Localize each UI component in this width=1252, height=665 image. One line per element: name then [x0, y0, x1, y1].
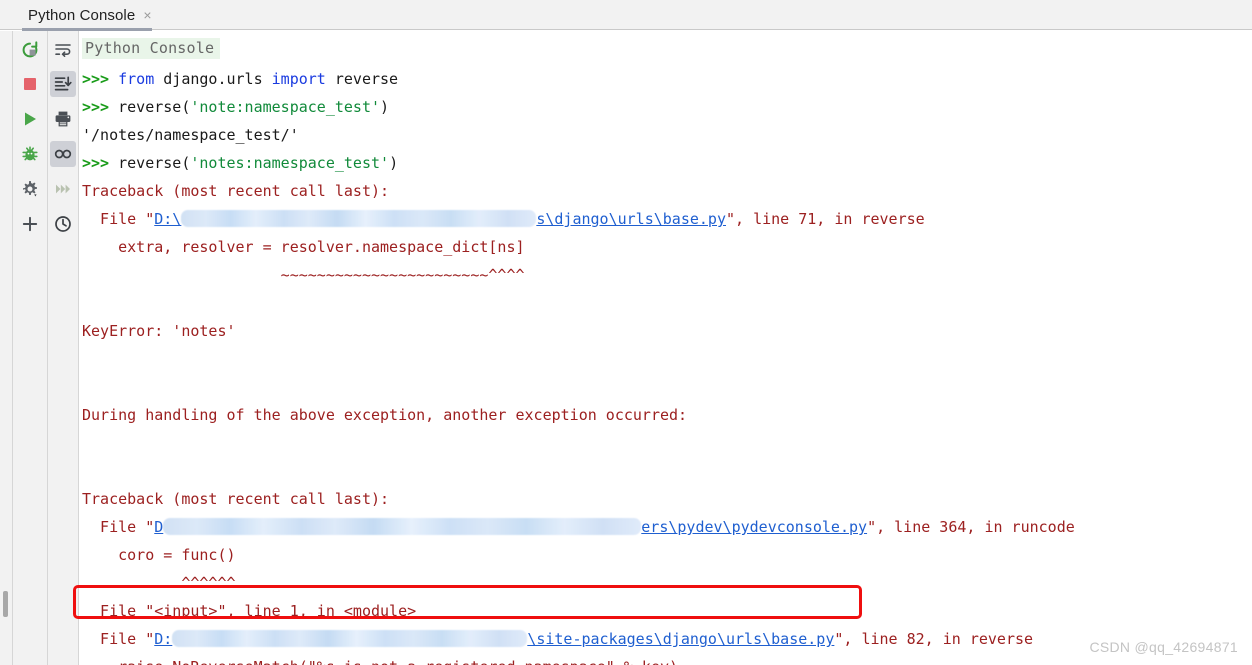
console-line: ~~~~~~~~~~~~~~~~~~~~~~~^^^^ [82, 261, 1248, 289]
code-text: 'notes:namespace_test' [190, 154, 389, 172]
traceback-text: ~~~~~~~~~~~~~~~~~~~~~~~^^^^ [82, 266, 525, 284]
code-text: ) [380, 98, 389, 116]
console-line: File "Ders\pydev\pydevconsole.py", line … [82, 513, 1248, 541]
code-text: ) [389, 154, 398, 172]
code-text: django.urls [154, 70, 271, 88]
print-icon[interactable] [50, 106, 76, 132]
prompt-marker: >>> [82, 70, 118, 88]
stop-icon[interactable] [17, 71, 43, 97]
redacted-path-blur [172, 630, 527, 647]
redacted-path-blur [163, 518, 641, 535]
tab-label: Python Console [28, 7, 135, 24]
code-text: 'note:namespace_test' [190, 98, 380, 116]
console-toolbar-secondary [48, 31, 79, 665]
strip-scroll-handle[interactable] [3, 591, 8, 617]
console-line: File "D:\ s\django\urls\base.py", line 71… [82, 205, 1248, 233]
traceback-text: ", line 364, in runcode [867, 518, 1075, 536]
file-path-link[interactable]: ers\pydev\pydevconsole.py [641, 518, 867, 536]
console-line: >>> from django.urls import reverse [82, 65, 1248, 93]
run-icon[interactable] [17, 106, 43, 132]
traceback-text: ", line 82, in reverse [834, 630, 1033, 648]
console-line: >>> reverse('notes:namespace_test') [82, 149, 1248, 177]
console-line [82, 457, 1248, 485]
history-clock-icon[interactable] [50, 211, 76, 237]
debug-icon[interactable] [17, 141, 43, 167]
traceback-text: File "<input>", line 1, in <module> [82, 602, 416, 620]
settings-gear-icon[interactable] [17, 176, 43, 202]
file-path-link[interactable]: D: [154, 630, 172, 648]
tool-window-strip: Structure Favorites [0, 31, 13, 665]
code-text: reverse [326, 70, 398, 88]
console-line [82, 289, 1248, 317]
python-console-window: Python Console × Structure Favorites [0, 0, 1252, 665]
glasses-icon[interactable] [50, 141, 76, 167]
console-line [82, 345, 1248, 373]
traceback-text: ^^^^^^ [82, 574, 236, 592]
close-icon[interactable]: × [143, 8, 151, 22]
console-line: During handling of the above exception, … [82, 401, 1248, 429]
console-output-area[interactable]: Python Console >>> from django.urls impo… [79, 31, 1252, 665]
add-icon[interactable] [17, 211, 43, 237]
tab-python-console[interactable]: Python Console × [22, 0, 160, 30]
file-path-link[interactable]: \site-packages\django\urls\base.py [527, 630, 834, 648]
file-path-link[interactable]: s\django\urls\base.py [536, 210, 726, 228]
redacted-path-blur [181, 210, 536, 227]
traceback-text: KeyError: 'notes' [82, 322, 236, 340]
fast-forward-icon [50, 176, 76, 202]
code-text: reverse( [118, 154, 190, 172]
rerun-icon[interactable] [17, 37, 43, 63]
console-line: KeyError: 'notes' [82, 317, 1248, 345]
traceback-text: During handling of the above exception, … [82, 406, 687, 424]
console-line: File "D: \site-packages\django\urls\base.… [82, 625, 1248, 653]
traceback-text: ", line 71, in reverse [726, 210, 925, 228]
traceback-text: coro = func() [82, 546, 236, 564]
prompt-marker: >>> [82, 154, 118, 172]
code-text: import [272, 70, 326, 88]
console-line: '/notes/namespace_test/' [82, 121, 1248, 149]
console-line [82, 373, 1248, 401]
console-line: Traceback (most recent call last): [82, 485, 1248, 513]
console-line: >>> reverse('note:namespace_test') [82, 93, 1248, 121]
code-text: '/notes/namespace_test/' [82, 126, 299, 144]
console-line: coro = func() [82, 541, 1248, 569]
scroll-to-end-icon[interactable] [50, 71, 76, 97]
tab-bar: Python Console × [0, 0, 1252, 30]
console-line: Traceback (most recent call last): [82, 177, 1248, 205]
traceback-text: File " [82, 518, 154, 536]
traceback-text: Traceback (most recent call last): [82, 182, 389, 200]
code-text: reverse( [118, 98, 190, 116]
traceback-text: File " [82, 630, 154, 648]
soft-wrap-icon[interactable] [50, 37, 76, 63]
console-line: ^^^^^^ [82, 569, 1248, 597]
file-path-link[interactable]: D [154, 518, 163, 536]
code-text: from [118, 70, 154, 88]
file-path-link[interactable]: D:\ [154, 210, 181, 228]
console-line: File "<input>", line 1, in <module> [82, 597, 1248, 625]
console-line [82, 429, 1248, 457]
traceback-text: File " [82, 210, 154, 228]
prompt-marker: >>> [82, 98, 118, 116]
traceback-text: raise NoReverseMatch("%s is not a regist… [82, 658, 678, 665]
console-line: extra, resolver = resolver.namespace_dic… [82, 233, 1248, 261]
console-toolbar-primary [13, 31, 48, 665]
console-line-list: >>> from django.urls import reverse>>> r… [82, 65, 1248, 665]
watermark: CSDN @qq_42694871 [1089, 639, 1238, 655]
traceback-text: extra, resolver = resolver.namespace_dic… [82, 238, 525, 256]
traceback-text: Traceback (most recent call last): [82, 490, 389, 508]
console-header-label: Python Console [82, 38, 220, 59]
console-line: raise NoReverseMatch("%s is not a regist… [82, 653, 1248, 665]
